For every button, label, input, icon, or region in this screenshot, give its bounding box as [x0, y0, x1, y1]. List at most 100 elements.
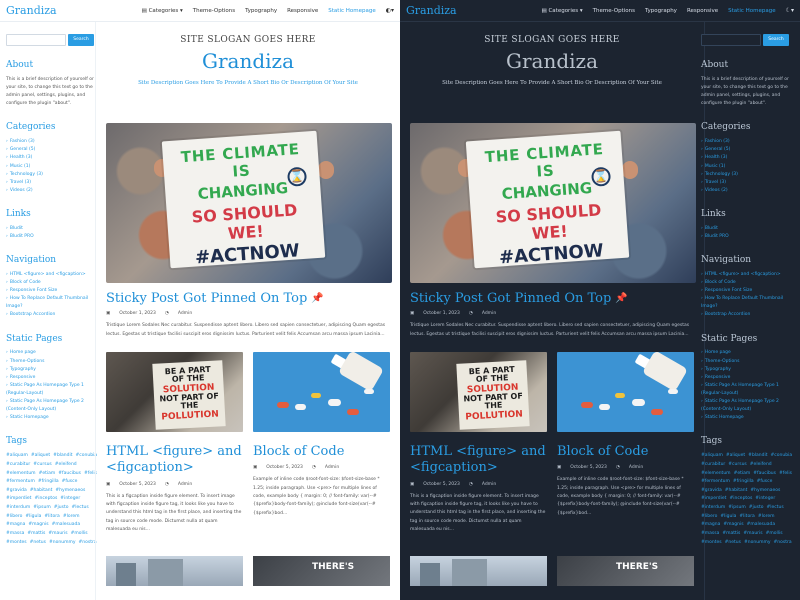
tag-link[interactable]: #mattis: [27, 530, 45, 538]
link-item[interactable]: Bludit: [701, 225, 796, 233]
building-thumbnail[interactable]: [410, 556, 547, 587]
tag-link[interactable]: #blandit: [748, 452, 767, 460]
tag-link[interactable]: #nostra: [774, 539, 792, 547]
tag-link[interactable]: #faucibus: [58, 470, 81, 478]
tag-link[interactable]: #montes: [6, 539, 27, 547]
tag-link[interactable]: #mattis: [722, 530, 740, 538]
tag-link[interactable]: #imperdiet: [6, 495, 31, 503]
static-page-item[interactable]: Static Page As Homepage Type 2 (Content-…: [701, 398, 796, 414]
static-page-item[interactable]: Responsive: [701, 374, 796, 382]
tag-link[interactable]: #ipsum: [33, 504, 50, 512]
tag-link[interactable]: #malesuada: [747, 521, 776, 529]
link-item[interactable]: Bludit PRO: [701, 233, 796, 241]
navigation-item[interactable]: Responsive Font Size: [6, 287, 101, 295]
tag-link[interactable]: #nonummy: [49, 539, 76, 547]
tag-link[interactable]: #inceptos: [729, 495, 752, 503]
nav-static-homepage[interactable]: Static Homepage: [328, 8, 375, 14]
static-page-item[interactable]: Static Page As Homepage Type 1 (Regular-…: [6, 382, 101, 398]
category-item[interactable]: Videos (2): [701, 187, 796, 195]
tag-link[interactable]: #habitant: [725, 487, 748, 495]
tag-link[interactable]: #eleifend: [750, 461, 772, 469]
tag-link[interactable]: #fringilla: [38, 478, 59, 486]
nav-theme-options[interactable]: Theme-Options: [193, 8, 235, 14]
category-item[interactable]: Music (1): [6, 163, 101, 171]
tag-link[interactable]: #netus: [30, 539, 46, 547]
building-thumbnail[interactable]: [106, 556, 243, 587]
nav-categories-menu[interactable]: ▤ Categories ▾: [142, 8, 183, 14]
category-item[interactable]: Technology (3): [701, 171, 796, 179]
navigation-item[interactable]: How To Replace Default Thumbnail Image?: [701, 295, 796, 311]
tag-link[interactable]: #interdum: [701, 504, 725, 512]
tag-link[interactable]: #etiam: [734, 470, 751, 478]
tag-link[interactable]: #aliquet: [31, 452, 50, 460]
link-item[interactable]: Bludit: [6, 225, 101, 233]
tag-link[interactable]: #habitant: [30, 487, 53, 495]
nav-typography[interactable]: Typography: [645, 8, 677, 14]
tag-link[interactable]: #mauris: [743, 530, 762, 538]
tag-link[interactable]: #elementum: [6, 470, 36, 478]
tag-link[interactable]: #mauris: [48, 530, 67, 538]
category-item[interactable]: Travel (3): [6, 179, 101, 187]
tag-link[interactable]: #gravida: [701, 487, 722, 495]
tag-link[interactable]: #gravida: [6, 487, 27, 495]
navigation-item[interactable]: Block of Code: [701, 279, 796, 287]
nav-typography[interactable]: Typography: [245, 8, 277, 14]
search-input[interactable]: [701, 34, 761, 46]
tag-link[interactable]: #ligula: [720, 513, 736, 521]
static-page-item[interactable]: Typography: [701, 366, 796, 374]
static-page-item[interactable]: Static Homepage: [701, 414, 796, 422]
tag-link[interactable]: #lorem: [758, 513, 775, 521]
tag-link[interactable]: #litora: [44, 513, 59, 521]
tag-link[interactable]: #ipsum: [728, 504, 745, 512]
tag-link[interactable]: #imperdiet: [701, 495, 726, 503]
tag-link[interactable]: #eleifend: [55, 461, 77, 469]
tag-link[interactable]: #libero: [701, 513, 717, 521]
protest-thumbnail[interactable]: THERE'S: [253, 556, 390, 587]
tag-link[interactable]: #hymenaeos: [750, 487, 780, 495]
search-input[interactable]: [6, 34, 66, 46]
tag-link[interactable]: #magna: [6, 521, 25, 529]
category-item[interactable]: Technology (3): [6, 171, 101, 179]
category-item[interactable]: General (5): [701, 146, 796, 154]
figure-post-thumbnail[interactable]: BE A PART OF THE SOLUTION NOT PART OF TH…: [410, 352, 547, 433]
tag-link[interactable]: #massa: [701, 530, 719, 538]
tag-link[interactable]: #nostra: [79, 539, 97, 547]
tag-link[interactable]: #ligula: [25, 513, 41, 521]
link-item[interactable]: Bludit PRO: [6, 233, 101, 241]
category-item[interactable]: Travel (3): [701, 179, 796, 187]
tag-link[interactable]: #inceptos: [34, 495, 57, 503]
static-page-item[interactable]: Typography: [6, 366, 101, 374]
search-button[interactable]: Search: [68, 34, 94, 46]
tag-link[interactable]: #fermentum: [6, 478, 35, 486]
tag-link[interactable]: #massa: [6, 530, 24, 538]
category-item[interactable]: Health (3): [6, 154, 101, 162]
navigation-item[interactable]: Bootstrap Accordion: [701, 311, 796, 319]
category-item[interactable]: Health (3): [701, 154, 796, 162]
tag-link[interactable]: #faucibus: [753, 470, 776, 478]
nav-responsive[interactable]: Responsive: [687, 8, 718, 14]
theme-toggle-icon[interactable]: ◐▾: [386, 7, 394, 14]
tag-link[interactable]: #magnis: [723, 521, 743, 529]
static-page-item[interactable]: Static Page As Homepage Type 1 (Regular-…: [701, 382, 796, 398]
site-brand[interactable]: Grandiza: [6, 4, 57, 17]
category-item[interactable]: General (5): [6, 146, 101, 154]
tag-link[interactable]: #montes: [701, 539, 722, 547]
tag-link[interactable]: #litora: [739, 513, 754, 521]
static-page-item[interactable]: Static Page As Homepage Type 2 (Content-…: [6, 398, 101, 414]
nav-categories-menu[interactable]: ▤ Categories ▾: [542, 8, 583, 14]
sticky-post-title[interactable]: Sticky Post Got Pinned On Top 📌: [106, 291, 390, 306]
tag-link[interactable]: #conubia: [771, 452, 793, 460]
figure-post-thumbnail[interactable]: BE A PART OF THE SOLUTION NOT PART OF TH…: [106, 352, 243, 433]
tag-link[interactable]: #fusce: [757, 478, 773, 486]
tag-link[interactable]: #nonummy: [744, 539, 771, 547]
static-page-item[interactable]: Theme-Options: [6, 358, 101, 366]
category-item[interactable]: Fashion (3): [6, 138, 101, 146]
static-page-item[interactable]: Theme-Options: [701, 358, 796, 366]
tag-link[interactable]: #magna: [701, 521, 720, 529]
sticky-post-image[interactable]: THE CLIMATE IS CHANGING ⌛ SO SHOULD WE! …: [410, 123, 696, 283]
tag-link[interactable]: #aliquam: [701, 452, 723, 460]
tag-link[interactable]: #magnis: [28, 521, 48, 529]
post-card-title[interactable]: HTML <figure> and <figcaption>: [410, 444, 547, 477]
tag-link[interactable]: #etiam: [39, 470, 56, 478]
static-page-item[interactable]: Responsive: [6, 374, 101, 382]
